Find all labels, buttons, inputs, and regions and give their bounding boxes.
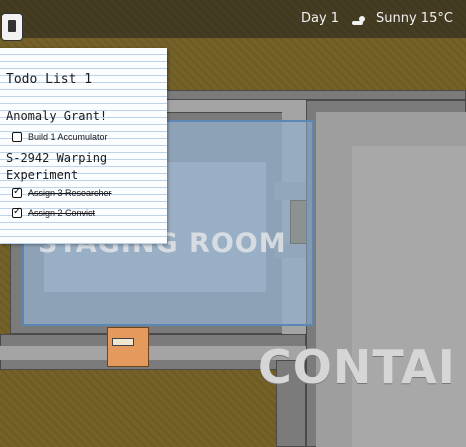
todo-item-label: Assign 2 Convict [28, 208, 96, 218]
containment-inner-floor [352, 146, 466, 447]
containment-label: CONTAI [258, 340, 456, 394]
todo-toggle-button[interactable] [2, 14, 22, 40]
top-hud-bar: Day 1 Sunny 15°C [0, 0, 466, 40]
todo-item-label: Assign 3 Researcher [28, 188, 112, 198]
weather-readout: Sunny 15°C [376, 11, 453, 26]
todo-section-heading: Anomaly Grant! [6, 109, 108, 123]
todo-item[interactable]: Build 1 Accumulator [12, 132, 162, 144]
todo-checkbox[interactable] [12, 132, 22, 142]
orange-door-bottom[interactable] [107, 327, 149, 367]
todo-list-title: Todo List 1 [6, 72, 93, 87]
clipboard-icon [8, 20, 16, 32]
todo-item[interactable]: Assign 2 Convict [12, 206, 162, 220]
todo-section-heading: S-2942 Warping Experiment [6, 151, 108, 182]
day-counter: Day 1 [301, 11, 340, 26]
todo-checkbox-checked[interactable] [12, 206, 22, 218]
todo-checkbox-checked[interactable] [12, 186, 22, 198]
todo-list-panel[interactable]: Todo List 1 Anomaly Grant! Build 1 Accum… [0, 48, 167, 244]
door-sign [112, 338, 134, 346]
todo-item-label: Build 1 Accumulator [28, 132, 108, 142]
cloud-sun-icon [351, 12, 367, 25]
todo-item[interactable]: Assign 3 Researcher [12, 186, 162, 200]
